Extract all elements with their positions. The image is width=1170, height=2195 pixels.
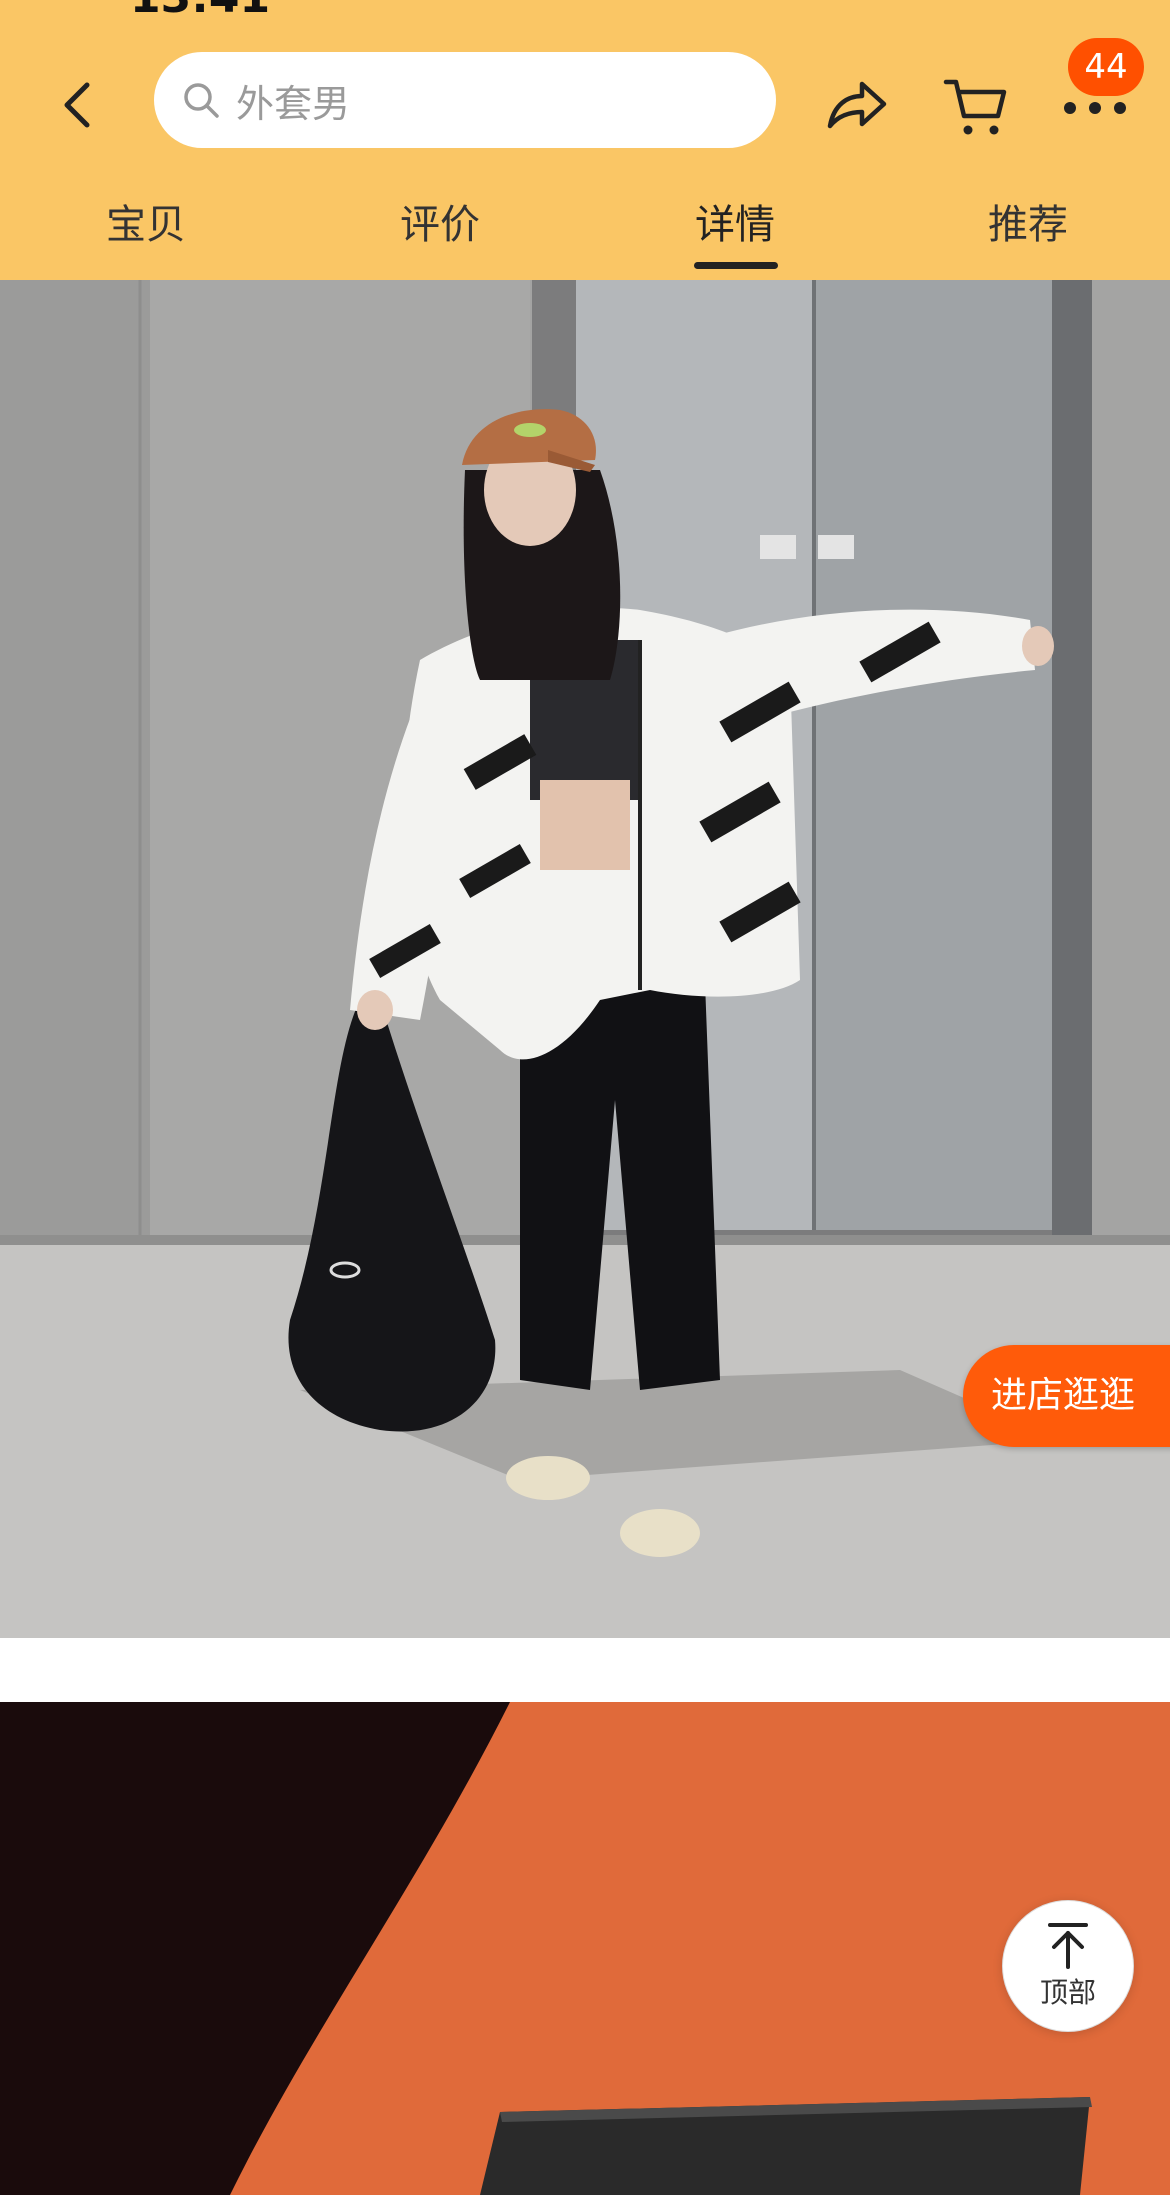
back-button[interactable] (42, 70, 112, 140)
product-photo-orange-wall[interactable] (0, 1702, 1170, 2195)
cart-icon (943, 79, 1007, 135)
status-time: 13:41 (130, 0, 270, 23)
search-icon (178, 77, 224, 123)
back-to-top-button[interactable]: 顶部 (1002, 1900, 1134, 2032)
cart-count-badge: 44 (1068, 38, 1144, 96)
search-placeholder: 外套男 (236, 81, 351, 126)
status-icons (855, 0, 1085, 10)
tab-recommend[interactable]: 推荐 (938, 190, 1118, 260)
share-icon (827, 81, 887, 129)
header: 13:41 外套男 (0, 0, 1170, 280)
arrow-up-icon (1048, 1923, 1088, 1969)
enter-store-button[interactable]: 进店逛逛 (963, 1345, 1170, 1447)
cart-button[interactable] (940, 70, 1012, 142)
share-button[interactable] (820, 70, 892, 142)
tab-bar: 宝贝 评价 详情 推荐 (0, 190, 1170, 280)
image-gap (0, 1638, 1170, 1702)
app-root: 13:41 外套男 (0, 0, 1170, 2195)
tab-item[interactable]: 宝贝 (56, 190, 236, 260)
tab-details[interactable]: 详情 (645, 190, 825, 260)
chevron-left-icon (64, 82, 90, 128)
active-tab-indicator (694, 262, 778, 269)
search-input[interactable]: 外套男 (154, 52, 776, 148)
back-to-top-label: 顶部 (1039, 1976, 1096, 2009)
tab-reviews[interactable]: 评价 (350, 190, 530, 260)
